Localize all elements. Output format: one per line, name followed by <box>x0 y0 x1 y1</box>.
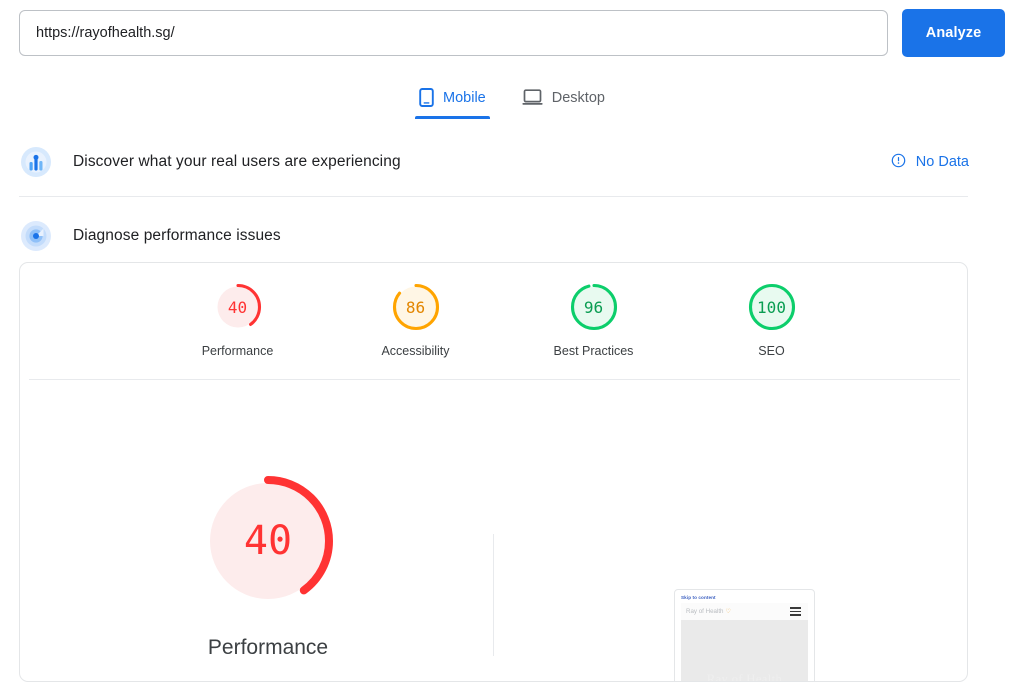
lighthouse-radar-icon <box>19 219 53 253</box>
tab-desktop[interactable]: Desktop <box>504 80 623 119</box>
page-screenshot-thumbnail[interactable]: Skip to content Ray of Health ♡ Ray of H… <box>674 589 815 682</box>
gauge-ring-accessibility: 86 <box>390 281 442 333</box>
screenshot-hero: Ray of Health Guiding You to a Stronger,… <box>681 620 808 682</box>
score-gauge-performance[interactable]: 40 Performance <box>179 281 297 358</box>
lighthouse-results-card: 40 Performance 86 Accessibility 96 Best … <box>19 262 968 682</box>
featured-score-value: 40 <box>243 518 293 564</box>
url-input[interactable] <box>19 10 888 56</box>
screenshot-skip-link: Skip to content <box>681 595 716 600</box>
desktop-laptop-icon <box>522 89 543 106</box>
field-data-chart-icon <box>19 145 53 179</box>
heart-icon: ♡ <box>725 609 731 615</box>
score-gauge-row: 40 Performance 86 Accessibility 96 Best … <box>20 281 967 358</box>
score-label-seo: SEO <box>758 344 785 358</box>
score-value-seo: 100 <box>757 297 786 317</box>
score-gauge-best-practices[interactable]: 96 Best Practices <box>535 281 653 358</box>
gauge-ring-seo: 100 <box>746 281 798 333</box>
screenshot-nav-bar: Ray of Health ♡ <box>681 603 808 620</box>
lab-data-title: Diagnose performance issues <box>73 227 281 244</box>
score-gauge-seo[interactable]: 100 SEO <box>713 281 831 358</box>
score-label-performance: Performance <box>201 344 274 358</box>
gauge-ring-featured: 40 <box>195 468 341 614</box>
field-data-status[interactable]: No Data <box>891 153 969 172</box>
screenshot-brand: Ray of Health ♡ <box>686 608 731 615</box>
field-data-section-header: Discover what your real users are experi… <box>19 145 969 179</box>
field-data-title: Discover what your real users are experi… <box>73 153 401 170</box>
score-value-accessibility: 86 <box>405 297 426 317</box>
gauge-ring-best-practices: 96 <box>568 281 620 333</box>
tab-mobile[interactable]: Mobile <box>401 80 504 119</box>
featured-performance-gauge[interactable]: 40 Performance <box>183 468 353 660</box>
hamburger-menu-icon <box>790 607 801 616</box>
lab-data-section-header: Diagnose performance issues <box>19 219 969 253</box>
no-data-label: No Data <box>915 154 969 170</box>
url-analyze-bar: Analyze <box>19 9 1005 57</box>
card-inner-divider <box>29 379 960 380</box>
screenshot-hero-title: Ray of Health <box>706 672 783 682</box>
device-tabs: Mobile Desktop <box>0 80 1024 119</box>
gauge-ring-performance: 40 <box>212 281 264 333</box>
score-value-best-practices: 96 <box>583 297 604 317</box>
section-divider <box>19 196 968 197</box>
featured-score-label: Performance <box>207 636 329 659</box>
featured-metric-area: 40 Performance Skip to content Ray of He… <box>20 403 967 682</box>
vertical-divider <box>493 534 494 656</box>
screenshot-brand-text: Ray of Health <box>686 608 724 615</box>
score-label-best-practices: Best Practices <box>553 344 634 358</box>
info-circle-icon <box>891 153 906 172</box>
tab-desktop-label: Desktop <box>551 89 605 106</box>
analyze-button[interactable]: Analyze <box>902 9 1005 57</box>
tab-mobile-label: Mobile <box>443 89 486 106</box>
score-value-performance: 40 <box>227 297 248 317</box>
score-gauge-accessibility[interactable]: 86 Accessibility <box>357 281 475 358</box>
mobile-phone-icon <box>419 88 434 107</box>
score-label-accessibility: Accessibility <box>381 344 450 358</box>
